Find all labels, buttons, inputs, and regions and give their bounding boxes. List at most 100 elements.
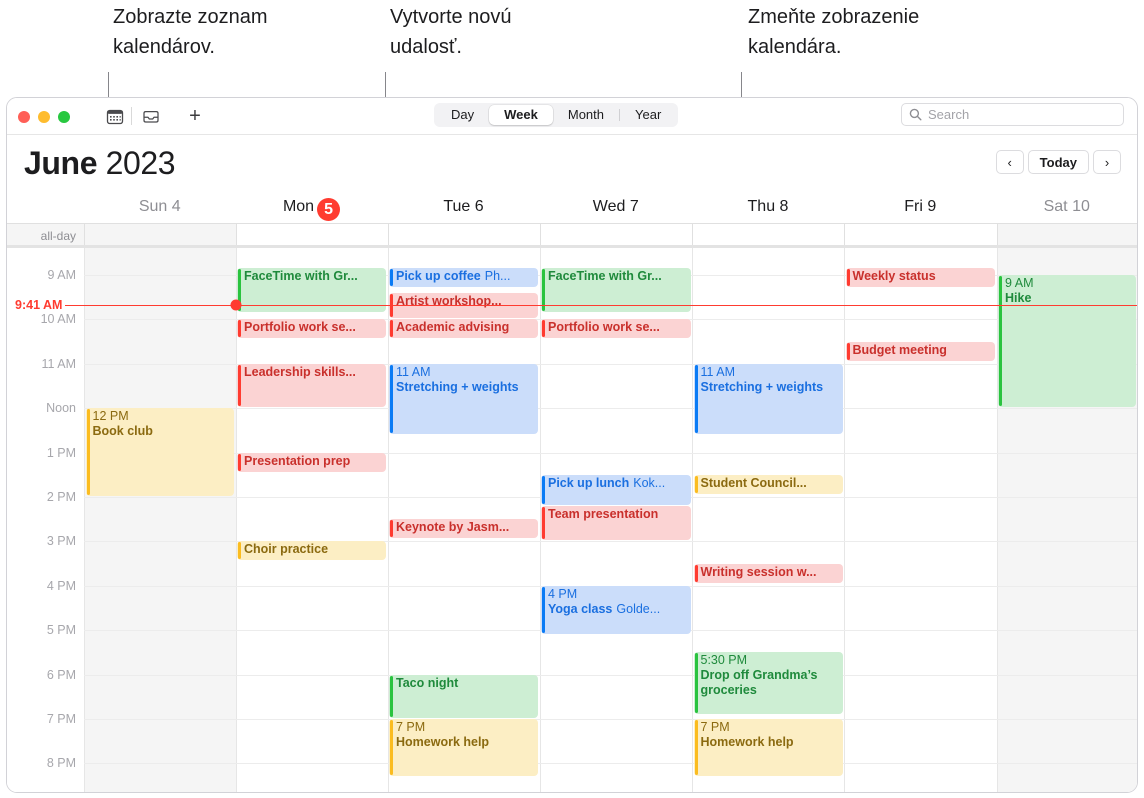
day-header-label: Mon bbox=[282, 198, 315, 215]
event-time: 11 AM bbox=[700, 364, 736, 379]
event-color-bar bbox=[238, 320, 241, 338]
calendar-event[interactable]: Presentation prep bbox=[237, 452, 386, 472]
calendar-event[interactable]: 11 AM Stretching + weights bbox=[389, 363, 538, 434]
calendar-event[interactable]: Pick up lunch Kok... bbox=[541, 474, 691, 505]
calendar-event[interactable]: Taco night bbox=[389, 674, 538, 718]
hour-line-9 bbox=[84, 674, 1137, 676]
time-gutter: 9 AM 10 AM 11 AM Noon 1 PM 2 PM 3 PM 4 PM 5 PM 6 … bbox=[7, 248, 84, 792]
event-color-bar bbox=[542, 475, 545, 504]
event-title: Drop off Grandma’s groceries bbox=[700, 668, 818, 698]
window-toolbar: + Day Week Month Year bbox=[7, 98, 1137, 135]
calendar-event[interactable]: Pick up coffee Ph... bbox=[389, 268, 538, 288]
event-color-bar bbox=[86, 409, 90, 495]
day-header-0[interactable]: Sun 4 bbox=[84, 196, 236, 218]
event-title: Yoga class bbox=[548, 601, 613, 616]
event-title: Homework help bbox=[700, 735, 794, 749]
event-title: Keynote by Jasm... bbox=[396, 520, 510, 535]
day-header-1[interactable]: Mon 5 bbox=[236, 196, 388, 221]
calendar-event[interactable]: Portfolio work se... bbox=[541, 319, 691, 339]
calendar-event[interactable]: Budget meeting bbox=[845, 341, 995, 361]
event-color-bar bbox=[390, 320, 393, 338]
day-header-4[interactable]: Thu 8 bbox=[692, 196, 844, 218]
calendar-event[interactable]: 5:30 PM Drop off Grandma’s groceries bbox=[693, 652, 843, 714]
event-location: Ph... bbox=[484, 269, 511, 284]
hour-line-11 bbox=[84, 763, 1137, 765]
event-title: Student Council... bbox=[700, 475, 807, 490]
calendar-event[interactable]: Team presentation bbox=[541, 505, 691, 541]
add-event-button[interactable]: + bbox=[184, 105, 206, 127]
calendar-event[interactable]: 9 AM Hike bbox=[998, 275, 1136, 408]
event-color-bar bbox=[238, 453, 241, 471]
calendar-event[interactable]: 7 PM Homework help bbox=[693, 719, 843, 776]
search-field[interactable] bbox=[901, 103, 1124, 126]
event-color-bar bbox=[238, 542, 241, 560]
callout-text-calendars: Zobrazte zoznam kalendárov. bbox=[113, 6, 268, 58]
inbox-tray-icon[interactable] bbox=[141, 107, 161, 127]
calendar-event[interactable]: Portfolio work se... bbox=[237, 319, 386, 339]
event-title: Portfolio work se... bbox=[244, 320, 356, 335]
week-grid[interactable]: 9 AM 10 AM 11 AM Noon 1 PM 2 PM 3 PM 4 PM 5 PM 6 … bbox=[7, 248, 1137, 792]
previous-week-button[interactable]: ‹ bbox=[995, 150, 1024, 174]
time-label-11: 8 PM bbox=[46, 756, 76, 771]
tab-day[interactable]: Day bbox=[436, 105, 489, 125]
event-title: Academic advising bbox=[396, 320, 510, 335]
minimize-button[interactable] bbox=[38, 111, 50, 123]
day-header-2[interactable]: Tue 6 bbox=[388, 196, 540, 218]
now-line bbox=[84, 305, 1137, 307]
calendar-event[interactable]: 4 PM Yoga class Golde... bbox=[541, 585, 691, 634]
event-time: 12 PM bbox=[92, 409, 129, 424]
calendar-event[interactable]: 7 PM Homework help bbox=[389, 719, 538, 776]
now-dot bbox=[230, 299, 241, 311]
today-date-badge: 5 bbox=[317, 198, 341, 221]
event-title: FaceTime with Gr... bbox=[548, 269, 662, 284]
next-week-button[interactable]: › bbox=[1093, 150, 1121, 174]
search-icon bbox=[909, 108, 922, 121]
event-time: 7 PM bbox=[700, 720, 730, 734]
calendar-event[interactable]: Weekly status bbox=[845, 268, 995, 288]
event-location: Golde... bbox=[616, 601, 661, 616]
search-input[interactable] bbox=[928, 107, 1108, 122]
event-title: Taco night bbox=[396, 675, 459, 690]
tab-week[interactable]: Week bbox=[489, 105, 553, 125]
event-color-bar bbox=[390, 520, 393, 538]
time-label-4: 1 PM bbox=[46, 445, 76, 460]
event-color-bar bbox=[846, 269, 850, 287]
event-color-bar bbox=[390, 720, 393, 775]
event-title: FaceTime with Gr... bbox=[244, 269, 358, 284]
day-header-5[interactable]: Fri 9 bbox=[844, 196, 997, 218]
event-color-bar bbox=[390, 269, 393, 287]
event-time: 7 PM bbox=[396, 720, 426, 734]
calendar-list-icon[interactable] bbox=[105, 107, 125, 127]
today-button[interactable]: Today bbox=[1027, 150, 1089, 174]
day-column-5[interactable] bbox=[844, 248, 997, 792]
event-color-bar bbox=[390, 675, 393, 717]
tab-month[interactable]: Month bbox=[553, 105, 619, 125]
event-color-bar bbox=[694, 475, 698, 493]
day-header-3[interactable]: Wed 7 bbox=[540, 196, 693, 218]
time-label-1: 10 AM bbox=[40, 312, 76, 327]
calendar-event[interactable]: Student Council... bbox=[693, 474, 843, 494]
event-color-bar bbox=[542, 320, 545, 338]
calendar-event[interactable]: Academic advising bbox=[389, 319, 538, 339]
day-column-0[interactable] bbox=[84, 248, 236, 792]
callout-text-new-event: Vytvorte novú udalosť. bbox=[390, 6, 512, 58]
calendar-event[interactable]: Choir practice bbox=[237, 541, 386, 561]
tab-year[interactable]: Year bbox=[620, 105, 676, 125]
time-label-2: 11 AM bbox=[41, 356, 76, 371]
page-title: June 2023 bbox=[24, 145, 176, 182]
calendar-event[interactable]: Keynote by Jasm... bbox=[389, 519, 538, 539]
event-color-bar bbox=[694, 364, 698, 433]
event-color-bar bbox=[542, 586, 545, 633]
calendar-event[interactable]: Leadership skills... bbox=[237, 363, 386, 408]
callout-text-change-view: Zmeňte zobrazenie kalendára. bbox=[748, 6, 920, 58]
event-title: Presentation prep bbox=[244, 453, 351, 468]
view-segmented-control[interactable]: Day Week Month Year bbox=[434, 103, 679, 127]
zoom-button[interactable] bbox=[58, 111, 70, 123]
event-title: Stretching + weights bbox=[396, 379, 519, 394]
event-title: Pick up lunch bbox=[548, 475, 630, 490]
close-button[interactable] bbox=[18, 111, 30, 123]
calendar-event[interactable]: Writing session w... bbox=[693, 563, 843, 583]
calendar-event[interactable]: 11 AM Stretching + weights bbox=[693, 363, 843, 434]
day-header-6[interactable]: Sat 10 bbox=[997, 196, 1138, 218]
calendar-event[interactable]: 12 PM Book club bbox=[85, 408, 234, 496]
